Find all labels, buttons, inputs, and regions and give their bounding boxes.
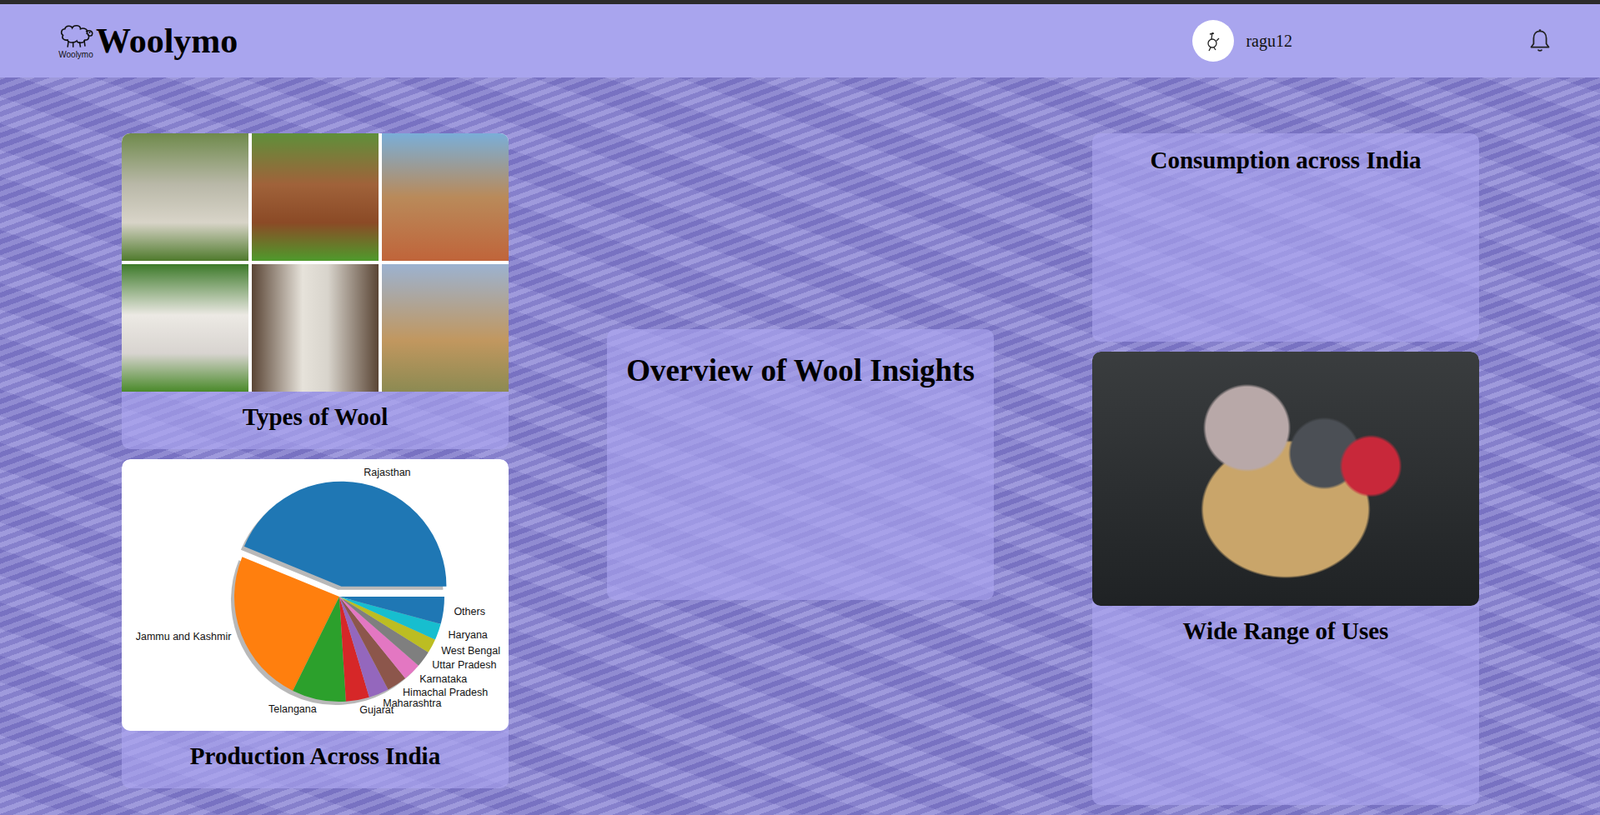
brand-name: Woolymo	[95, 20, 238, 61]
bell-icon[interactable]	[1528, 27, 1552, 55]
logo-mark: Woolymo	[57, 22, 95, 60]
logo-caption: Woolymo	[58, 50, 94, 60]
username: ragu12	[1245, 31, 1293, 51]
sketch-figure-icon	[1200, 28, 1226, 54]
slice-label: Telangana	[268, 703, 317, 716]
sheep-icon	[57, 22, 95, 51]
logo[interactable]: WoolymoWoolymo	[57, 20, 238, 61]
card-title: Consumption across India	[1092, 133, 1480, 193]
card-title: Production Across India	[121, 731, 509, 789]
pie-slice	[339, 596, 445, 625]
overview-title: Overview of Wool Insights	[606, 329, 994, 397]
top-bar: WoolymoWoolymo ragu12	[0, 0, 1600, 78]
dashboard: Types of Wool Rajasthan Jammu and Kashmir T…	[0, 77, 1600, 806]
production-card[interactable]: RajasthanJammu and KashmirTelanganaGujar…	[121, 459, 509, 789]
slice-label: Maharashtra	[382, 697, 442, 710]
user-profile[interactable]: ragu12	[1192, 20, 1293, 62]
left-column: Types of Wool Rajasthan Jammu and Kashmir T…	[121, 133, 509, 806]
yarn-photo	[1092, 351, 1480, 607]
slice-label: Karnataka	[419, 673, 467, 686]
slice-label: West Bengal	[441, 645, 501, 658]
pie-slice	[292, 596, 347, 703]
slice-label: Haryana	[448, 629, 488, 642]
slice-label: Himachal Pradesh	[402, 687, 488, 699]
right-column: Consumption across India Wide Range of Us…	[1092, 133, 1480, 806]
pie-chart: RajasthanJammu and KashmirTelanganaGujar…	[121, 459, 509, 732]
slice-label: Others	[453, 606, 486, 618]
uses-card[interactable]: Wide Range of Uses	[1092, 351, 1480, 806]
slice-label: Jammu and Kashmir	[135, 631, 232, 643]
avatar[interactable]	[1192, 20, 1234, 62]
card-title: Types of Wool	[121, 391, 509, 450]
wool-animals-photo	[121, 133, 509, 392]
consumption-card[interactable]: Consumption across India	[1092, 133, 1480, 342]
slice-label: Rajasthan	[363, 466, 411, 479]
page: WoolymoWoolymo ragu12 Types of Wool Rajasth…	[0, 0, 1600, 815]
types-card[interactable]: Types of Wool	[121, 133, 509, 450]
card-title: Wide Range of Uses	[1092, 606, 1480, 664]
middle-column: Overview of Wool Insights	[606, 133, 994, 806]
overview-card[interactable]: Overview of Wool Insights	[606, 329, 994, 601]
slice-label: Uttar Pradesh	[431, 659, 497, 672]
